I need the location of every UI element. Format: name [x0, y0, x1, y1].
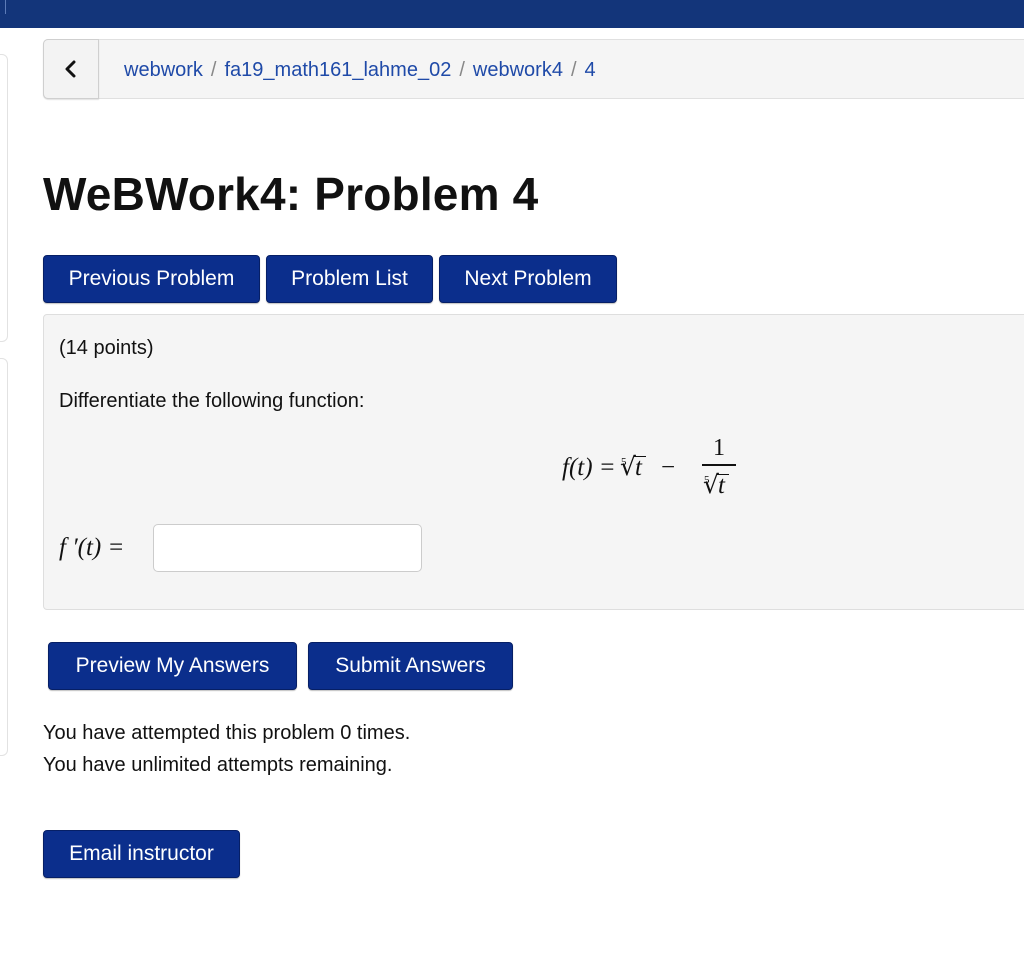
previous-problem-button[interactable]: Previous Problem [43, 255, 260, 303]
fraction-bar [702, 464, 736, 466]
breadcrumb: webwork / fa19_math161_lahme_02 / webwork4 / 4 [124, 58, 596, 82]
denominator-radicand: t [718, 472, 725, 499]
page-title: WeBWork4: Problem 4 [43, 168, 539, 220]
problem-points: (14 points) [59, 337, 154, 359]
breadcrumb-separator: / [570, 59, 577, 81]
problem-list-button[interactable]: Problem List [266, 255, 433, 303]
breadcrumb-separator: / [210, 59, 217, 81]
minus-sign: − [661, 454, 676, 481]
breadcrumb-item-problem[interactable]: 4 [585, 59, 596, 81]
side-panel-top [0, 54, 8, 342]
formula-lhs: f(t) = [562, 454, 616, 481]
breadcrumb-separator: / [459, 59, 465, 81]
fraction-numerator: 1 [713, 435, 725, 461]
top-banner [0, 0, 1024, 28]
submit-answers-button[interactable]: Submit Answers [308, 642, 513, 690]
topbar-edge [0, 0, 6, 14]
answer-label: f ′(t) = [59, 534, 125, 561]
attempt-count-text: You have attempted this problem 0 times. [43, 722, 411, 744]
side-panel-bottom [0, 358, 8, 756]
problem-instruction: Differentiate the following function: [59, 390, 365, 412]
preview-answers-button[interactable]: Preview My Answers [48, 642, 297, 690]
breadcrumb-item-webwork[interactable]: webwork [124, 59, 203, 81]
next-problem-button[interactable]: Next Problem [439, 255, 617, 303]
attempts-remaining-text: You have unlimited attempts remaining. [43, 754, 393, 776]
breadcrumb-item-course[interactable]: fa19_math161_lahme_02 [224, 59, 451, 81]
email-instructor-button[interactable]: Email instructor [43, 830, 240, 878]
radicand: t [635, 454, 642, 481]
answer-input[interactable] [153, 524, 422, 572]
chevron-left-icon [65, 60, 76, 78]
breadcrumb-item-set[interactable]: webwork4 [473, 59, 563, 81]
back-button[interactable] [43, 39, 99, 99]
attempt-status: You have attempted this problem 0 times.… [43, 717, 410, 781]
